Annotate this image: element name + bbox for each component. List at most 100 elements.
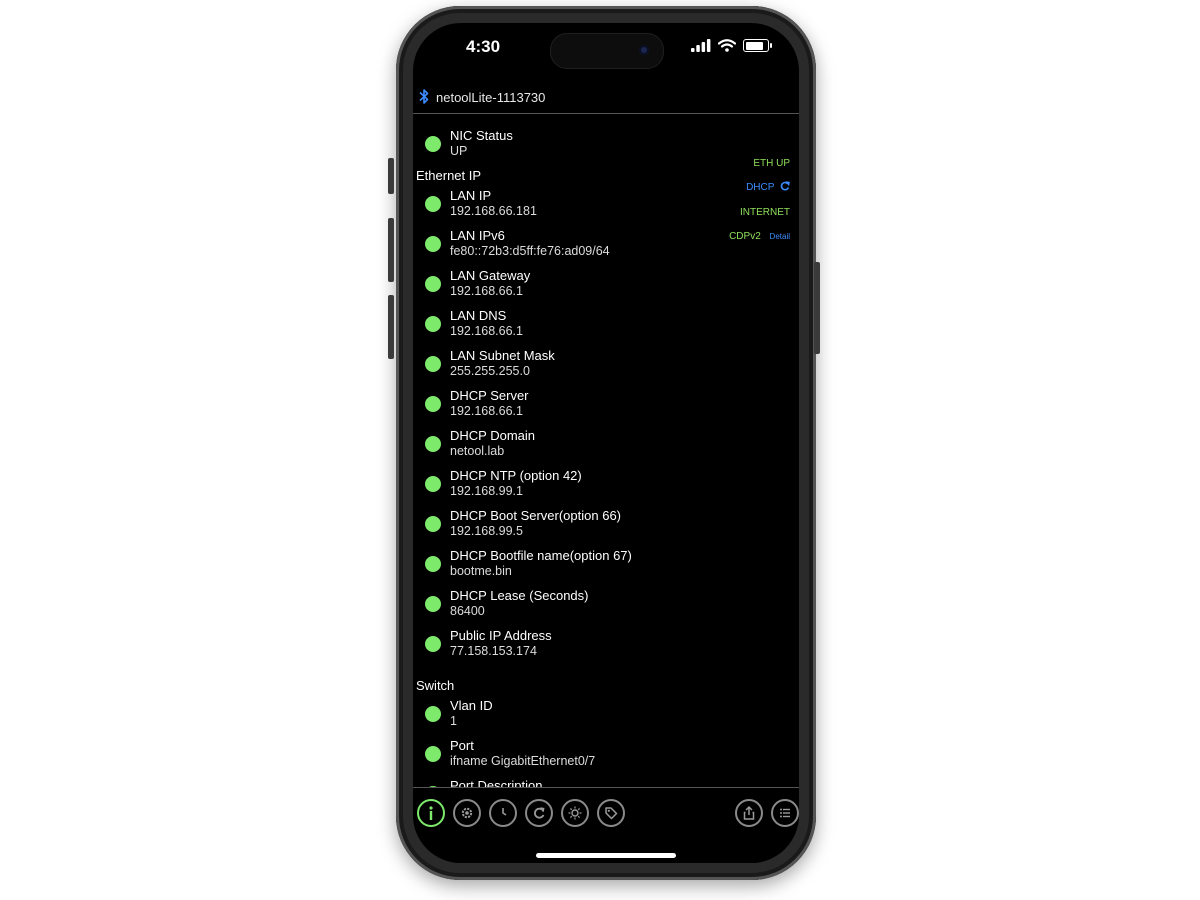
- item-label: LAN DNS: [450, 308, 507, 323]
- info-tab-button[interactable]: [417, 799, 445, 827]
- item-value: fe80::72b3:d5ff:fe76:ad09/64: [450, 244, 610, 258]
- item-value: 192.168.99.5: [450, 524, 523, 538]
- list-item: Port Description: [425, 778, 725, 787]
- item-value: 192.168.66.1: [450, 284, 523, 298]
- cdp-detail-link[interactable]: Detail: [770, 232, 790, 241]
- dhcp-label: DHCP: [746, 182, 775, 193]
- list-item: Vlan ID 1: [425, 698, 725, 734]
- item-value: 192.168.66.1: [450, 404, 523, 418]
- eth-up-indicator: ETH UP: [753, 158, 790, 169]
- item-value: bootme.bin: [450, 564, 512, 578]
- sun-icon: [568, 806, 582, 820]
- list-item: DHCP Bootfile name(option 67) bootme.bin: [425, 548, 725, 584]
- cdp-label: CDPv2: [729, 231, 761, 242]
- cdp-indicator[interactable]: CDPv2 Detail: [729, 231, 790, 242]
- share-icon: [743, 805, 755, 820]
- bluetooth-icon[interactable]: [419, 88, 429, 105]
- section-ethernet-ip: Ethernet IP: [416, 168, 482, 183]
- phone-screen: 4:30 netoolLite-1113730 NIC Status UP Et…: [413, 23, 799, 863]
- bottom-toolbar: [413, 787, 799, 863]
- dhcp-indicator[interactable]: DHCP: [746, 181, 790, 193]
- item-label: DHCP Server: [450, 388, 529, 403]
- status-dot: [425, 476, 441, 492]
- volume-down-button: [388, 295, 394, 359]
- list-item: LAN DNS 192.168.66.1: [425, 308, 725, 344]
- item-label: DHCP Bootfile name(option 67): [450, 548, 632, 563]
- list-item: DHCP Domain netool.lab: [425, 428, 725, 464]
- item-value: 192.168.99.1: [450, 484, 523, 498]
- power-button: [814, 262, 820, 354]
- item-label: NIC Status: [450, 128, 513, 143]
- item-label: DHCP Domain: [450, 428, 536, 443]
- gear-icon: [461, 807, 473, 819]
- home-indicator: [536, 853, 676, 858]
- item-label: Port Description: [450, 778, 543, 787]
- list-item: DHCP Boot Server(option 66) 192.168.99.5: [425, 508, 725, 544]
- item-label: Vlan ID: [450, 698, 493, 713]
- list-item: DHCP Server 192.168.66.1: [425, 388, 725, 424]
- menu-button[interactable]: [771, 799, 799, 827]
- app-header: netoolLite-1113730: [413, 83, 799, 114]
- history-tab-button[interactable]: [489, 799, 517, 827]
- clock-icon: [502, 808, 507, 816]
- list-item: LAN Subnet Mask 255.255.255.0: [425, 348, 725, 384]
- share-button[interactable]: [735, 799, 763, 827]
- status-dot: [425, 396, 441, 412]
- list-item: Public IP Address 77.158.153.174: [425, 628, 725, 664]
- refresh-tab-button[interactable]: [525, 799, 553, 827]
- item-label: DHCP Boot Server(option 66): [450, 508, 622, 523]
- item-label: LAN Gateway: [450, 268, 531, 283]
- cellular-signal-icon: [691, 39, 711, 52]
- refresh-icon[interactable]: [780, 181, 790, 191]
- list-item: LAN Gateway 192.168.66.1: [425, 268, 725, 304]
- item-label: Port: [450, 738, 474, 753]
- status-icons: [691, 39, 772, 52]
- status-dot: [425, 436, 441, 452]
- settings-tab-button[interactable]: [453, 799, 481, 827]
- tag-tab-button[interactable]: [597, 799, 625, 827]
- status-dot: [425, 236, 441, 252]
- status-dot: [425, 636, 441, 652]
- mute-switch: [388, 158, 394, 194]
- camera-icon: [639, 45, 649, 55]
- item-value: 192.168.66.181: [450, 204, 537, 218]
- item-value: UP: [450, 144, 468, 158]
- status-dot: [425, 196, 441, 212]
- results-list[interactable]: NIC Status UP Ethernet IP ETH UP DHCP IN…: [413, 114, 799, 787]
- status-dot: [425, 356, 441, 372]
- item-value: 255.255.255.0: [450, 364, 530, 378]
- battery-icon: [743, 39, 772, 52]
- volume-up-button: [388, 218, 394, 282]
- tag-icon: [605, 807, 618, 820]
- item-label: LAN IP: [450, 188, 492, 203]
- item-value: netool.lab: [450, 444, 505, 458]
- item-value: 192.168.66.1: [450, 324, 523, 338]
- item-label: LAN IPv6: [450, 228, 505, 243]
- device-name: netoolLite-1113730: [436, 90, 546, 105]
- status-dot: [425, 746, 441, 762]
- list-icon: [780, 808, 790, 818]
- battery-fill: [745, 41, 763, 50]
- info-icon: [429, 806, 433, 820]
- reload-icon: [534, 807, 545, 819]
- item-value: ifname GigabitEthernet0/7: [450, 754, 596, 768]
- item-value: 1: [450, 714, 457, 728]
- section-switch: Switch: [416, 678, 455, 693]
- internet-indicator: INTERNET: [740, 207, 790, 218]
- status-dot: [425, 316, 441, 332]
- status-dot: [425, 596, 441, 612]
- brightness-tab-button[interactable]: [561, 799, 589, 827]
- item-label: DHCP Lease (Seconds): [450, 588, 589, 603]
- nic-status-row: NIC Status UP: [425, 128, 725, 164]
- status-dot: [425, 556, 441, 572]
- list-item: DHCP NTP (option 42) 192.168.99.1: [425, 468, 725, 504]
- list-item: LAN IP 192.168.66.181: [425, 188, 725, 224]
- item-value: 77.158.153.174: [450, 644, 537, 658]
- status-dot: [425, 276, 441, 292]
- status-dot: [425, 516, 441, 532]
- item-label: Public IP Address: [450, 628, 552, 643]
- list-item: LAN IPv6 fe80::72b3:d5ff:fe76:ad09/64: [425, 228, 725, 264]
- item-label: DHCP NTP (option 42): [450, 468, 582, 483]
- item-label: LAN Subnet Mask: [450, 348, 555, 363]
- wifi-icon: [718, 39, 736, 52]
